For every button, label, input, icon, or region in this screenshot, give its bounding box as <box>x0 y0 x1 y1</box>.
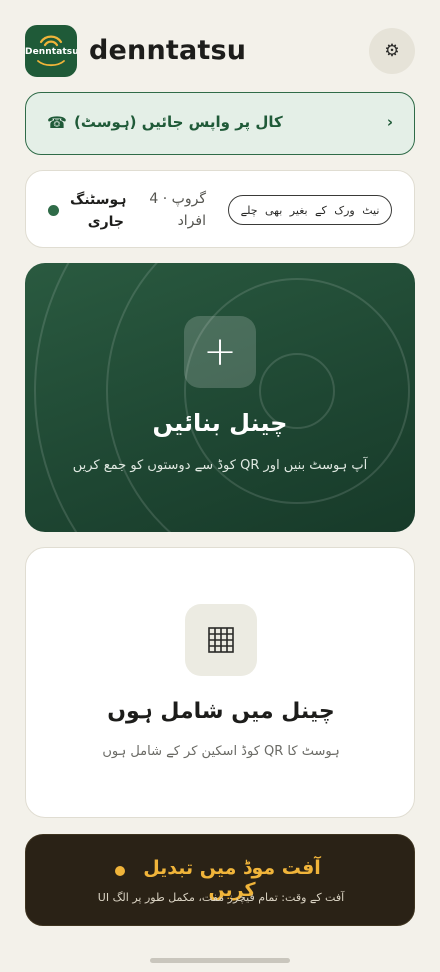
create-channel-title: چینل بنائیں <box>152 409 288 437</box>
qr-grid-icon <box>185 604 257 676</box>
emergency-mode-button[interactable]: آفت موڈ میں تبدیل کریں آفت کے وقت: تمام … <box>25 834 415 926</box>
chevron-right-icon: › <box>386 113 393 131</box>
logo-text: Denntatsu <box>25 47 77 57</box>
status-indicator-dot <box>48 205 59 216</box>
return-to-call-banner[interactable]: ☎ کال پر واپس جائیں (ہوسٹ) › <box>25 92 415 155</box>
create-channel-card[interactable]: + چینل بنائیں آپ ہوسٹ بنیں اور QR کوڈ سے… <box>25 263 415 532</box>
group-size-label: گروپ · 4 افراد <box>149 191 206 229</box>
return-to-call-label: کال پر واپس جائیں (ہوسٹ) <box>74 113 283 131</box>
emergency-dot <box>115 866 125 876</box>
gear-icon: ⚙ <box>384 41 400 61</box>
hosting-status-label: ہوسٹنگ جاری <box>70 192 127 230</box>
header: Denntatsu denntatsu ⚙ <box>25 25 415 77</box>
phone-icon: ☎ <box>47 113 67 132</box>
home-indicator[interactable] <box>150 958 290 963</box>
emergency-mode-subtitle: آفت کے وقت: تمام فیچرز مفت، مکمل طور پر … <box>97 891 345 904</box>
app-screen: Denntatsu denntatsu ⚙ ☎ کال پر واپس جائی… <box>0 0 440 972</box>
plus-icon: + <box>184 316 256 388</box>
settings-button[interactable]: ⚙ <box>369 28 415 74</box>
app-title: denntatsu <box>89 35 247 66</box>
create-channel-subtitle: آپ ہوسٹ بنیں اور QR کوڈ سے دوستوں کو جمع… <box>72 458 368 473</box>
hosting-status-card: ہوسٹنگ جاری گروپ · 4 افراد نیٹ ورک کے بغ… <box>25 170 415 248</box>
app-logo: Denntatsu <box>25 25 77 77</box>
join-channel-subtitle: ہوسٹ کا QR کوڈ اسکین کر کے شامل ہوں <box>102 744 340 759</box>
join-channel-card[interactable]: چینل میں شامل ہوں ہوسٹ کا QR کوڈ اسکین ک… <box>25 547 415 818</box>
offline-mode-badge: نیٹ ورک کے بغیر بھی چلے <box>228 195 392 225</box>
radar-rings-decoration <box>34 263 410 532</box>
join-channel-title: چینل میں شامل ہوں <box>107 699 335 724</box>
